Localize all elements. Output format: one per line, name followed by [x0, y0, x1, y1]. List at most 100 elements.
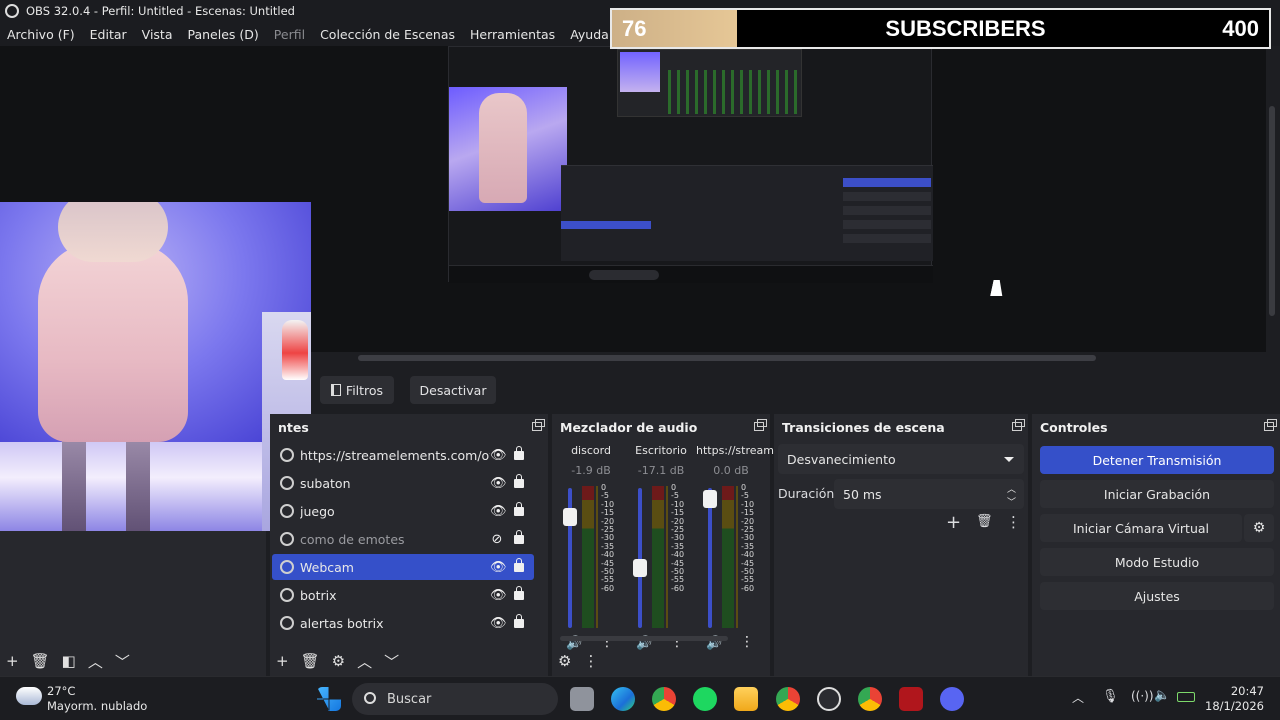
- filters-icon: [330, 384, 341, 396]
- chrome-profile-icon[interactable]: [776, 687, 800, 711]
- add-scene-icon[interactable]: +: [6, 652, 19, 670]
- lock-icon[interactable]: [514, 557, 524, 572]
- menu-coleccion-escenas[interactable]: Colección de Escenas: [320, 27, 455, 42]
- speaker-icon[interactable]: 🔈: [1154, 688, 1170, 703]
- undock-icon[interactable]: [532, 419, 545, 431]
- menu-herramientas[interactable]: Herramientas: [470, 27, 555, 42]
- window-title: OBS 32.0.4 - Perfil: Untitled - Escenas:…: [26, 4, 295, 18]
- source-item[interactable]: Webcam 👁: [272, 554, 534, 580]
- microphone-icon[interactable]: 🎙: [1102, 689, 1119, 704]
- source-item[interactable]: botrix 👁: [272, 582, 534, 608]
- spotify-icon[interactable]: [693, 687, 717, 711]
- menu-vista[interactable]: Vista: [142, 27, 173, 42]
- task-view-icon[interactable]: [570, 687, 594, 711]
- edge-icon[interactable]: [611, 687, 635, 711]
- preview-vertical-scrollbar[interactable]: [1266, 46, 1280, 352]
- battery-icon[interactable]: [1177, 692, 1195, 702]
- source-properties-icon[interactable]: ⚙: [332, 652, 345, 670]
- eye-icon[interactable]: 👁: [490, 616, 507, 631]
- lock-icon[interactable]: [514, 473, 524, 488]
- lock-icon[interactable]: [514, 613, 524, 628]
- eye-icon[interactable]: 👁: [490, 588, 507, 603]
- volume-slider[interactable]: [708, 488, 712, 628]
- sources-dock: ntes https://streamelements.com/ov 👁 subat…: [270, 414, 548, 676]
- move-down-icon[interactable]: ﹀: [384, 651, 399, 672]
- mixer-menu-icon[interactable]: ⋮: [583, 652, 598, 670]
- filters-button[interactable]: Filtros: [320, 376, 394, 404]
- eye-icon[interactable]: 👁: [490, 476, 507, 491]
- scene-transitions-dock: Transiciones de escena Desvanecimiento D…: [774, 414, 1028, 676]
- file-explorer-icon[interactable]: [734, 687, 758, 711]
- move-down-icon[interactable]: ﹀: [115, 651, 130, 672]
- deactivate-button[interactable]: Desactivar: [410, 376, 496, 404]
- lock-icon[interactable]: [514, 529, 524, 544]
- windows-taskbar: 27°C Mayorm. nublado Buscar ︿ 🎙 ((·)) 🔈 …: [0, 676, 1280, 720]
- mixer-scrollbar[interactable]: [560, 636, 728, 641]
- lock-icon[interactable]: [514, 445, 524, 460]
- lock-icon[interactable]: [514, 501, 524, 516]
- chrome-icon[interactable]: [652, 687, 676, 711]
- transition-menu-icon[interactable]: ⋮: [1006, 513, 1021, 531]
- obs-taskbar-icon[interactable]: [817, 687, 841, 711]
- mixer-toolbar: ⚙ ⋮: [552, 646, 770, 676]
- undock-icon[interactable]: [1012, 419, 1025, 431]
- source-item[interactable]: subaton 👁: [272, 470, 534, 496]
- audio-meter: [722, 486, 734, 628]
- undock-icon[interactable]: [754, 419, 767, 431]
- chrome-app-icon[interactable]: [858, 687, 882, 711]
- source-item[interactable]: https://streamelements.com/ov 👁: [272, 442, 534, 468]
- eye-off-icon[interactable]: ⊘: [490, 532, 504, 547]
- move-up-icon[interactable]: ︿: [357, 651, 372, 672]
- taskbar-clock[interactable]: 20:47 18/1/2026: [1205, 684, 1264, 714]
- volume-slider-handle[interactable]: [633, 558, 647, 577]
- start-recording-button[interactable]: Iniciar Grabación: [1040, 480, 1274, 508]
- eye-icon[interactable]: 👁: [490, 560, 507, 575]
- chevron-up-icon[interactable]: ︿: [1007, 482, 1016, 495]
- chevron-down-icon[interactable]: ﹀: [1007, 495, 1016, 508]
- scrollbar-thumb[interactable]: [1269, 106, 1275, 316]
- dota-icon[interactable]: [899, 687, 923, 711]
- start-recording-label: Iniciar Grabación: [1103, 486, 1211, 502]
- undock-icon[interactable]: [1264, 419, 1277, 431]
- start-virtual-camera-button[interactable]: Iniciar Cámara Virtual: [1040, 514, 1242, 542]
- discord-icon[interactable]: [940, 687, 964, 711]
- taskbar-search[interactable]: Buscar: [352, 683, 558, 715]
- scene-filters-icon[interactable]: ◧: [62, 652, 76, 670]
- transition-select[interactable]: Desvanecimiento: [778, 444, 1024, 474]
- remove-source-icon[interactable]: 🗑: [301, 652, 320, 670]
- advanced-audio-icon[interactable]: ⚙: [558, 652, 571, 670]
- source-item[interactable]: alertas botrix 👁: [272, 610, 534, 636]
- volume-slider-handle[interactable]: [703, 490, 717, 509]
- eye-icon[interactable]: 👁: [490, 448, 507, 463]
- menu-archivo[interactable]: Archivo (F): [7, 27, 75, 42]
- meter-scale-tick: -60: [671, 583, 685, 593]
- scrollbar-thumb[interactable]: [358, 355, 1096, 361]
- menu-paneles[interactable]: Paneles (D): [188, 27, 259, 42]
- studio-mode-button[interactable]: Modo Estudio: [1040, 548, 1274, 576]
- source-item[interactable]: juego 👁: [272, 498, 534, 524]
- menu-editar[interactable]: Editar: [90, 27, 127, 42]
- lock-icon[interactable]: [514, 585, 524, 600]
- nested-taskbar: [449, 265, 933, 283]
- source-item[interactable]: como de emotes ⊘: [272, 526, 534, 552]
- channel-db: -1.9 dB: [571, 464, 611, 477]
- source-name: botrix: [300, 587, 337, 603]
- windows-start-icon[interactable]: [317, 687, 341, 711]
- remove-scene-icon[interactable]: 🗑: [31, 652, 50, 670]
- add-transition-icon[interactable]: +: [946, 512, 961, 533]
- wifi-icon[interactable]: ((·)): [1131, 689, 1154, 703]
- add-source-icon[interactable]: +: [276, 652, 289, 670]
- menu-perfil[interactable]: Perfil: [274, 27, 305, 42]
- sources-toolbar: + 🗑 ⚙ ︿ ﹀: [270, 646, 548, 676]
- move-up-icon[interactable]: ︿: [88, 651, 103, 672]
- virtual-camera-settings-button[interactable]: ⚙: [1244, 514, 1274, 542]
- duration-spinbox[interactable]: 50 ms ︿ ﹀: [834, 479, 1024, 509]
- settings-button[interactable]: Ajustes: [1040, 582, 1274, 610]
- chevron-up-icon[interactable]: ︿: [1072, 689, 1084, 706]
- source-type-icon: [280, 616, 294, 630]
- volume-slider-handle[interactable]: [563, 508, 577, 527]
- source-name: subaton: [300, 475, 351, 491]
- eye-icon[interactable]: 👁: [490, 504, 507, 519]
- remove-transition-icon[interactable]: 🗑: [976, 514, 993, 529]
- stop-stream-button[interactable]: Detener Transmisión: [1040, 446, 1274, 474]
